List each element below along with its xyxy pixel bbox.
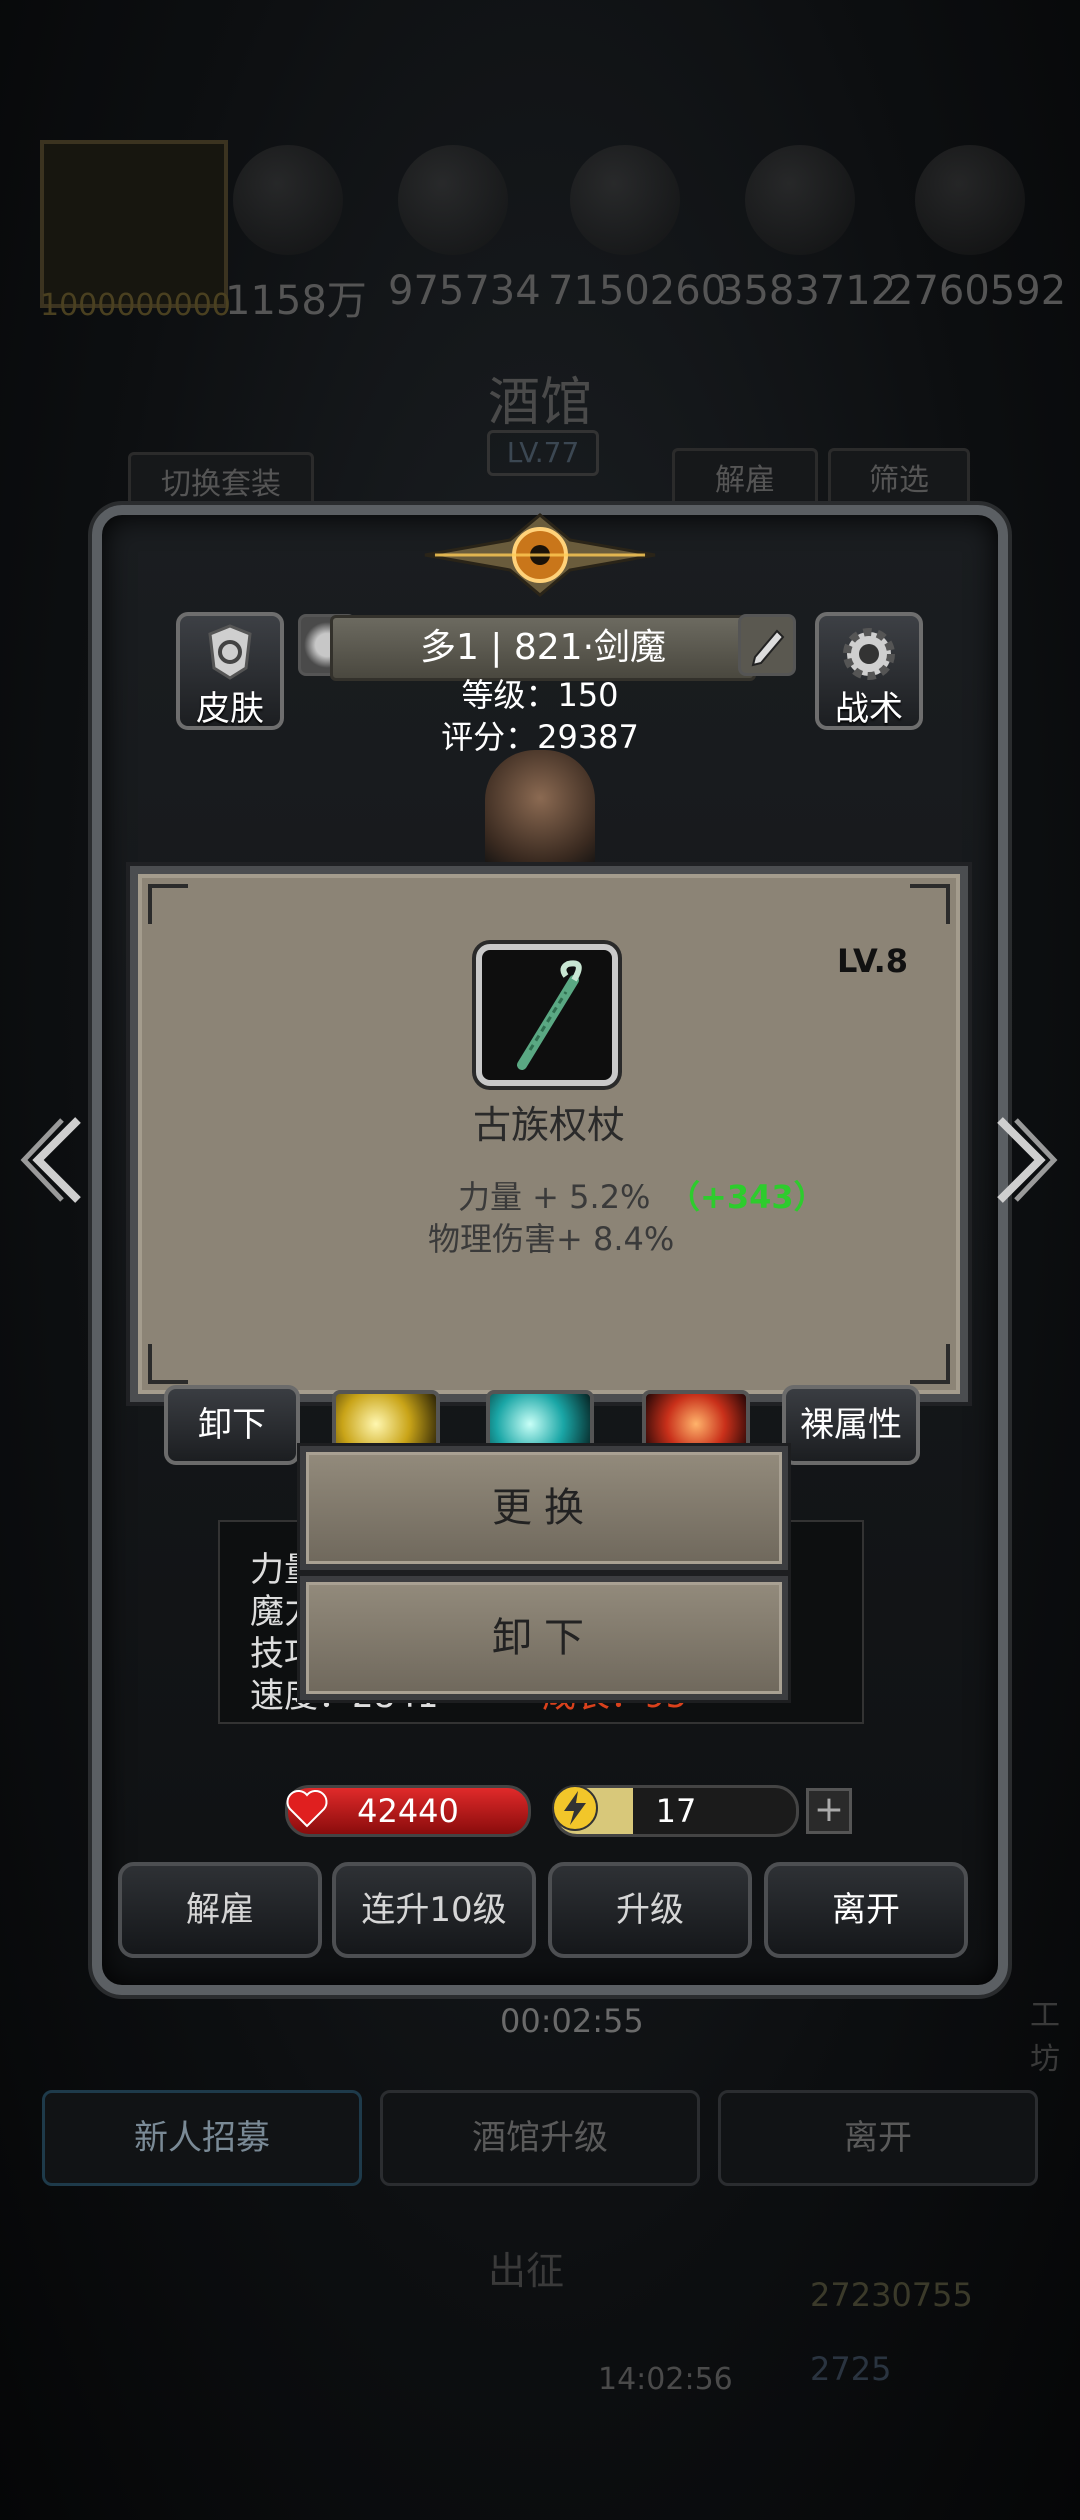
edit-icon[interactable] bbox=[738, 614, 796, 676]
resource-icon-4 bbox=[745, 145, 855, 255]
tavern-level-badge: LV.77 bbox=[487, 430, 599, 476]
hero-level: 等级：150 bbox=[461, 676, 619, 714]
resource-value: 975734 bbox=[388, 268, 541, 314]
naked-attributes-button[interactable]: 裸属性 bbox=[782, 1385, 920, 1465]
popup-corner bbox=[148, 884, 188, 924]
timer-2: 14:02:56 bbox=[598, 2362, 733, 2397]
resource-value: 3583712 bbox=[718, 268, 897, 314]
expedition-label: 出征 bbox=[488, 2249, 565, 2293]
scepter-icon bbox=[517, 960, 582, 1070]
popup-corner bbox=[910, 1344, 950, 1384]
item-slot bbox=[476, 944, 618, 1086]
resource-value: 7150260 bbox=[548, 268, 727, 314]
item-name: 古族权杖 bbox=[472, 1103, 625, 1147]
gem-value: 2725 bbox=[810, 2350, 892, 2388]
footer-leave-button[interactable]: 离开 bbox=[718, 2090, 1038, 2186]
item-level: LV.8 bbox=[836, 942, 908, 980]
hero-avatar-frame bbox=[40, 140, 228, 308]
next-hero-arrow-icon[interactable] bbox=[990, 1110, 1060, 1210]
upgrade-button[interactable]: 升级 bbox=[548, 1862, 752, 1958]
prev-hero-arrow-icon[interactable] bbox=[18, 1110, 88, 1210]
tavern-title: 酒馆 bbox=[487, 373, 592, 433]
popup-corner bbox=[148, 1344, 188, 1384]
resource-value: 2760592 bbox=[888, 268, 1067, 314]
pencil-icon bbox=[751, 629, 785, 667]
replace-button[interactable]: 更换 bbox=[300, 1446, 788, 1570]
emblem-icon bbox=[424, 513, 656, 597]
item-stat-strength: 力量 + 5.2% bbox=[458, 1178, 651, 1216]
item-stat-physical-damage: 物理伤害+ 8.4% bbox=[428, 1220, 675, 1258]
recruit-button[interactable]: 新人招募 bbox=[42, 2090, 362, 2186]
tavern-upgrade-button[interactable]: 酒馆升级 bbox=[380, 2090, 700, 2186]
dismiss-button[interactable]: 解雇 bbox=[118, 1862, 322, 1958]
lightning-icon bbox=[552, 1785, 598, 1831]
resource-icon-5 bbox=[915, 145, 1025, 255]
resource-icon-2 bbox=[398, 145, 508, 255]
workshop-label: 工坊 bbox=[1030, 1998, 1060, 2077]
leave-button[interactable]: 离开 bbox=[764, 1862, 968, 1958]
timer-1: 00:02:55 bbox=[500, 2002, 644, 2040]
resource-value: 1000000000 bbox=[40, 288, 231, 323]
resource-icon-3 bbox=[570, 145, 680, 255]
gold-value: 27230755 bbox=[810, 2276, 973, 2314]
item-detail-popup: LV.8 古族权杖 力量 + 5.2% （+343） 物理伤害+ 8.4% bbox=[130, 866, 968, 1402]
item-stat-bonus: （+343） bbox=[668, 1178, 826, 1216]
heart-icon bbox=[286, 1790, 328, 1828]
unequip-button[interactable]: 卸下 bbox=[300, 1576, 788, 1700]
add-energy-button[interactable]: + bbox=[806, 1788, 852, 1834]
resource-value: 1158万 bbox=[225, 278, 367, 324]
upgrade-10-button[interactable]: 连升10级 bbox=[332, 1862, 536, 1958]
hero-portrait bbox=[485, 750, 595, 870]
resource-icon-1 bbox=[233, 145, 343, 255]
popup-corner bbox=[910, 884, 950, 924]
unequip-row-button[interactable]: 卸下 bbox=[164, 1385, 300, 1465]
